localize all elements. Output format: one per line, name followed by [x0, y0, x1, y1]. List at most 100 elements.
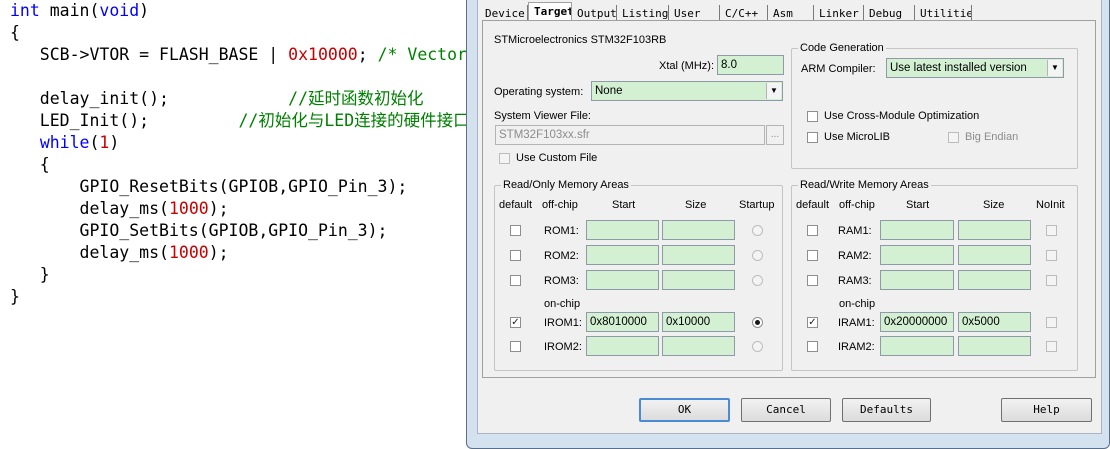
ro-size-input[interactable] — [662, 220, 735, 240]
code-text: ( — [89, 133, 100, 152]
use-custom-file-label: Use Custom File — [516, 152, 598, 164]
xtal-input[interactable]: 8.0 — [717, 55, 784, 75]
code-generation-group: Code Generation ARM Compiler: Use latest… — [791, 41, 1078, 169]
help-button[interactable]: Help — [1001, 398, 1092, 422]
target-tab-page: STMicroelectronics STM32F103RB Xtal (MHz… — [482, 20, 1096, 378]
code-line: GPIO_ResetBits(GPIOB,GPIO_Pin_3); — [10, 176, 408, 198]
code-text: main( — [39, 1, 100, 20]
defaults-button[interactable]: Defaults — [842, 398, 931, 422]
rw-default-checkbox[interactable] — [807, 225, 818, 236]
big-endian-checkbox[interactable] — [948, 132, 959, 143]
rw-header-noinit: NoInit — [1036, 199, 1065, 211]
noinit-checkbox[interactable] — [1046, 250, 1057, 261]
rw-default-checkbox[interactable]: ✓ — [807, 317, 818, 328]
rw-default-checkbox[interactable] — [807, 275, 818, 286]
os-label: Operating system: — [494, 86, 584, 98]
ro-size-input[interactable] — [662, 245, 735, 265]
rw-start-input[interactable] — [880, 270, 954, 290]
ro-default-checkbox[interactable]: ✓ — [510, 317, 521, 328]
rw-size-input[interactable] — [958, 270, 1031, 290]
microlib-label: Use MicroLIB — [824, 131, 891, 143]
ro-size-input[interactable] — [662, 270, 735, 290]
code-text: ; — [357, 45, 378, 64]
ro-header-size: Size — [685, 199, 707, 211]
code-text: { — [10, 23, 20, 42]
ro-start-input[interactable] — [586, 220, 659, 240]
noinit-checkbox[interactable] — [1046, 275, 1057, 286]
code-text: ); — [208, 243, 229, 262]
microlib-checkbox[interactable] — [807, 132, 818, 143]
rw-size-input[interactable] — [958, 336, 1031, 356]
rw-header-size: Size — [983, 199, 1005, 211]
ro-header-offchip: off-chip — [542, 199, 578, 211]
svf-browse-button: ... — [766, 125, 784, 145]
cancel-button[interactable]: Cancel — [741, 398, 831, 422]
code-line: } — [10, 264, 50, 286]
code-text: ); — [208, 199, 229, 218]
startup-radio[interactable] — [752, 341, 763, 352]
rw-start-input[interactable] — [880, 245, 954, 265]
arm-compiler-select[interactable]: Use latest installed version ▼ — [886, 58, 1064, 78]
device-name: STMicroelectronics STM32F103RB — [494, 34, 667, 46]
code-line: delay_ms(1000); — [10, 198, 229, 220]
dialog-body: Device Target Output Listing User C/C++ Asm Lin… — [477, 0, 1102, 434]
rw-start-input[interactable]: 0x20000000 — [880, 312, 954, 332]
ro-start-input[interactable] — [586, 336, 659, 356]
use-custom-file-checkbox[interactable] — [499, 153, 510, 164]
rw-size-input[interactable]: 0x5000 — [958, 312, 1031, 332]
ro-size-input[interactable]: 0x10000 — [662, 312, 735, 332]
noinit-checkbox[interactable] — [1046, 225, 1057, 236]
code-line: int main(void) — [10, 0, 149, 22]
code-comment: /* Vector Table Relocation in Internal F… — [377, 45, 467, 64]
code-text: delay_ms( — [10, 199, 169, 218]
ro-default-checkbox[interactable] — [510, 275, 521, 286]
ro-start-input[interactable] — [586, 245, 659, 265]
chevron-down-icon[interactable]: ▼ — [766, 83, 781, 99]
rw-row-label: RAM3: — [838, 275, 872, 287]
radio-dot — [755, 320, 760, 325]
code-line: SCB->VTOR = FLASH_BASE | 0x10000; /* Vec… — [10, 44, 470, 66]
rw-start-input[interactable] — [880, 220, 954, 240]
chevron-down-icon[interactable]: ▼ — [1047, 60, 1062, 76]
rw-size-input[interactable] — [958, 220, 1031, 240]
rw-size-input[interactable] — [958, 245, 1031, 265]
ro-row-label: IROM1: — [544, 317, 582, 329]
rw-header-default: default — [796, 199, 830, 211]
startup-radio[interactable] — [752, 225, 763, 236]
noinit-checkbox[interactable] — [1046, 317, 1057, 328]
code-editor[interactable]: int main(void){ SCB->VTOR = FLASH_BASE |… — [0, 0, 470, 449]
svf-input: STM32F103xx.sfr — [495, 125, 765, 145]
readwrite-memory-title: Read/Write Memory Areas — [798, 178, 931, 192]
os-select[interactable]: None ▼ — [591, 81, 783, 101]
ro-start-input[interactable]: 0x8010000 — [586, 312, 659, 332]
startup-radio[interactable] — [752, 317, 763, 328]
code-text: { — [10, 155, 50, 174]
cross-module-label: Use Cross-Module Optimization — [824, 110, 980, 122]
ok-button[interactable]: OK — [639, 398, 730, 422]
rw-start-input[interactable] — [880, 336, 954, 356]
code-keyword: int — [10, 1, 40, 20]
ro-start-input[interactable] — [586, 270, 659, 290]
startup-radio[interactable] — [752, 250, 763, 261]
readwrite-memory-group: Read/Write Memory Areas default off-chip… — [791, 178, 1078, 371]
rw-row-label: RAM2: — [838, 250, 872, 262]
code-text: delay_init(); — [10, 89, 289, 108]
ro-default-checkbox[interactable] — [510, 250, 521, 261]
noinit-checkbox[interactable] — [1046, 341, 1057, 352]
code-line: delay_ms(1000); — [10, 242, 229, 264]
code-comment: //初始化与LED连接的硬件接口 — [238, 111, 470, 130]
code-comment: //延时函数初始化 — [288, 89, 424, 108]
ro-default-checkbox[interactable] — [510, 341, 521, 352]
code-number: 1000 — [168, 199, 209, 218]
ro-size-input[interactable] — [662, 336, 735, 356]
cross-module-checkbox[interactable] — [807, 111, 818, 122]
rw-row-label: IRAM2: — [838, 341, 875, 353]
rw-default-checkbox[interactable] — [807, 250, 818, 261]
rw-default-checkbox[interactable] — [807, 341, 818, 352]
rw-onchip-label: on-chip — [839, 298, 876, 310]
ro-header-startup: Startup — [739, 199, 775, 211]
code-number: 1 — [99, 133, 110, 152]
ro-default-checkbox[interactable] — [510, 225, 521, 236]
startup-radio[interactable] — [752, 275, 763, 286]
rw-row-label: IRAM1: — [838, 317, 875, 329]
